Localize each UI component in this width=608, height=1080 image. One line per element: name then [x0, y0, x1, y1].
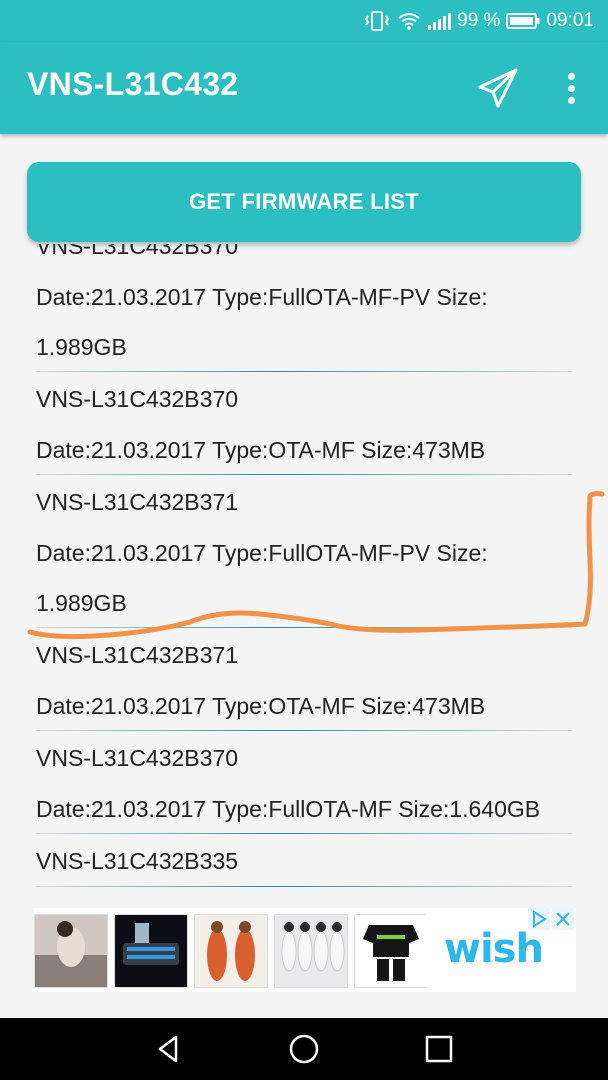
- firmware-details: Date:21.03.2017 Type:FullOTA-MF-PV Size:…: [36, 540, 488, 616]
- clock: 09:01: [546, 10, 594, 31]
- firmware-list-item[interactable]: VNS-L31C432B370 Date:21.03.2017 Type:OTA-…: [0, 373, 608, 476]
- firmware-list-item[interactable]: VNS-L31C432B371 Date:21.03.2017 Type:Full…: [0, 476, 608, 629]
- ad-product-image[interactable]: [194, 914, 268, 988]
- adchoices-icon[interactable]: [528, 908, 550, 930]
- close-icon[interactable]: [552, 908, 574, 930]
- firmware-list-item[interactable]: VNS-L31C432B371 Date:21.03.2017 Type:OTA-…: [0, 629, 608, 732]
- firmware-details: Date:21.03.2017 Type:FullOTA-MF Size:1.6…: [36, 796, 541, 822]
- ad-product-image[interactable]: [274, 914, 348, 988]
- ad-product-image[interactable]: [34, 914, 108, 988]
- status-icons: 99 % 09:01: [363, 8, 594, 34]
- firmware-name: VNS-L31C432B370: [36, 244, 239, 259]
- app-bar: VNS-L31C432: [0, 42, 608, 134]
- wish-logo: wish: [444, 926, 544, 972]
- firmware-list[interactable]: VNS-L31C432B370 Date:21.03.2017 Type:Full…: [0, 244, 608, 900]
- more-vert-icon[interactable]: [556, 66, 586, 110]
- firmware-details: Date:21.03.2017 Type:OTA-MF Size:473MB: [36, 437, 486, 463]
- firmware-name: VNS-L31C432B370: [36, 745, 239, 771]
- recents-icon[interactable]: [422, 1032, 456, 1066]
- firmware-list-item[interactable]: VNS-L31C432B370 Date:21.03.2017 Type:Full…: [0, 244, 608, 373]
- firmware-name: VNS-L31C432B371: [36, 642, 239, 668]
- ad-banner[interactable]: wish: [34, 908, 576, 992]
- firmware-list-item[interactable]: VNS-L31C432B335: [0, 835, 608, 888]
- firmware-details: Date:21.03.2017 Type:FullOTA-MF-PV Size:…: [36, 284, 488, 360]
- vibrate-icon: [364, 11, 390, 31]
- firmware-list-items: VNS-L31C432B370 Date:21.03.2017 Type:Full…: [0, 244, 608, 888]
- firmware-list-item[interactable]: VNS-L31C432B370 Date:21.03.2017 Type:Full…: [0, 732, 608, 835]
- wish-ad-logo[interactable]: wish: [426, 908, 576, 992]
- status-bar: 99 % 09:01: [0, 0, 608, 42]
- app-title: VNS-L31C432: [27, 66, 239, 102]
- navigation-bar: [0, 1018, 608, 1080]
- battery-percent: 99 %: [457, 10, 501, 31]
- firmware-details: Date:21.03.2017 Type:OTA-MF Size:473MB: [36, 693, 486, 719]
- battery-icon: [506, 13, 540, 29]
- home-icon[interactable]: [287, 1032, 321, 1066]
- wifi-icon: [398, 13, 420, 30]
- signal-icon: [428, 13, 452, 30]
- ad-product-image[interactable]: [114, 914, 188, 988]
- firmware-name: VNS-L31C432B371: [36, 489, 239, 515]
- get-firmware-list-button[interactable]: GET FIRMWARE LIST: [27, 162, 581, 242]
- firmware-name: VNS-L31C432B370: [36, 386, 239, 412]
- firmware-name: VNS-L31C432B335: [36, 848, 239, 874]
- ad-product-image[interactable]: [354, 914, 428, 988]
- send-icon[interactable]: [476, 66, 520, 110]
- back-icon[interactable]: [152, 1032, 186, 1066]
